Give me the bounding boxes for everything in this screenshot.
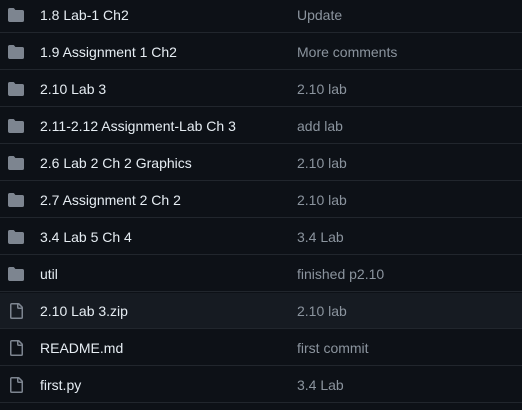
file-name-link[interactable]: 1.8 Lab-1 Ch2 bbox=[40, 5, 129, 25]
file-icon bbox=[8, 376, 24, 393]
file-name-link[interactable]: README.md bbox=[40, 338, 123, 358]
file-name-link[interactable]: 2.10 Lab 3 bbox=[40, 79, 106, 99]
folder-icon bbox=[8, 155, 24, 171]
file-icon bbox=[8, 302, 24, 319]
folder-icon bbox=[8, 266, 24, 282]
commit-message-link[interactable]: 2.10 lab bbox=[297, 190, 347, 210]
commit-message-link[interactable]: 2.10 lab bbox=[297, 301, 347, 321]
file-name-link[interactable]: 2.10 Lab 3.zip bbox=[40, 301, 128, 321]
folder-icon bbox=[8, 81, 24, 97]
file-row[interactable]: util finished p2.10 bbox=[0, 256, 522, 292]
commit-message-link[interactable]: Update bbox=[297, 5, 342, 25]
commit-message-link[interactable]: More comments bbox=[297, 42, 397, 62]
file-row[interactable]: 3.4 Lab 5 Ch 4 3.4 Lab bbox=[0, 219, 522, 255]
file-row[interactable]: 2.6 Lab 2 Ch 2 Graphics 2.10 lab bbox=[0, 145, 522, 181]
file-name-link[interactable]: first.py bbox=[40, 375, 81, 395]
commit-message-link[interactable]: 3.4 Lab bbox=[297, 227, 344, 247]
folder-icon bbox=[8, 229, 24, 245]
file-name-link[interactable]: 2.7 Assignment 2 Ch 2 bbox=[40, 190, 181, 210]
commit-message-link[interactable]: 3.4 Lab bbox=[297, 375, 344, 395]
commit-message-link[interactable]: 2.10 lab bbox=[297, 79, 347, 99]
folder-icon bbox=[8, 44, 24, 60]
file-row[interactable]: 1.9 Assignment 1 Ch2 More comments bbox=[0, 34, 522, 70]
folder-icon bbox=[8, 7, 24, 23]
folder-icon bbox=[8, 192, 24, 208]
commit-message-link[interactable]: first commit bbox=[297, 338, 369, 358]
commit-message-link[interactable]: 2.10 lab bbox=[297, 153, 347, 173]
file-row[interactable]: 2.10 Lab 3 2.10 lab bbox=[0, 71, 522, 107]
file-row[interactable]: README.md first commit bbox=[0, 330, 522, 366]
folder-icon bbox=[8, 118, 24, 134]
file-name-link[interactable]: util bbox=[40, 264, 58, 284]
file-icon bbox=[8, 339, 24, 356]
file-row[interactable]: first.py 3.4 Lab bbox=[0, 367, 522, 403]
file-list: 1.8 Lab-1 Ch2 Update 1.9 Assignment 1 Ch… bbox=[0, 0, 522, 410]
file-name-link[interactable]: 2.6 Lab 2 Ch 2 Graphics bbox=[40, 153, 192, 173]
file-row[interactable]: 1.8 Lab-1 Ch2 Update bbox=[0, 0, 522, 33]
file-row[interactable]: 2.10 Lab 3.zip 2.10 lab bbox=[0, 293, 522, 329]
file-name-link[interactable]: 2.11-2.12 Assignment-Lab Ch 3 bbox=[40, 116, 236, 136]
file-row[interactable]: 2.7 Assignment 2 Ch 2 2.10 lab bbox=[0, 182, 522, 218]
file-name-link[interactable]: 1.9 Assignment 1 Ch2 bbox=[40, 42, 177, 62]
file-row[interactable]: 2.11-2.12 Assignment-Lab Ch 3 add lab bbox=[0, 108, 522, 144]
commit-message-link[interactable]: add lab bbox=[297, 116, 343, 136]
file-name-link[interactable]: 3.4 Lab 5 Ch 4 bbox=[40, 227, 132, 247]
commit-message-link[interactable]: finished p2.10 bbox=[297, 264, 384, 284]
